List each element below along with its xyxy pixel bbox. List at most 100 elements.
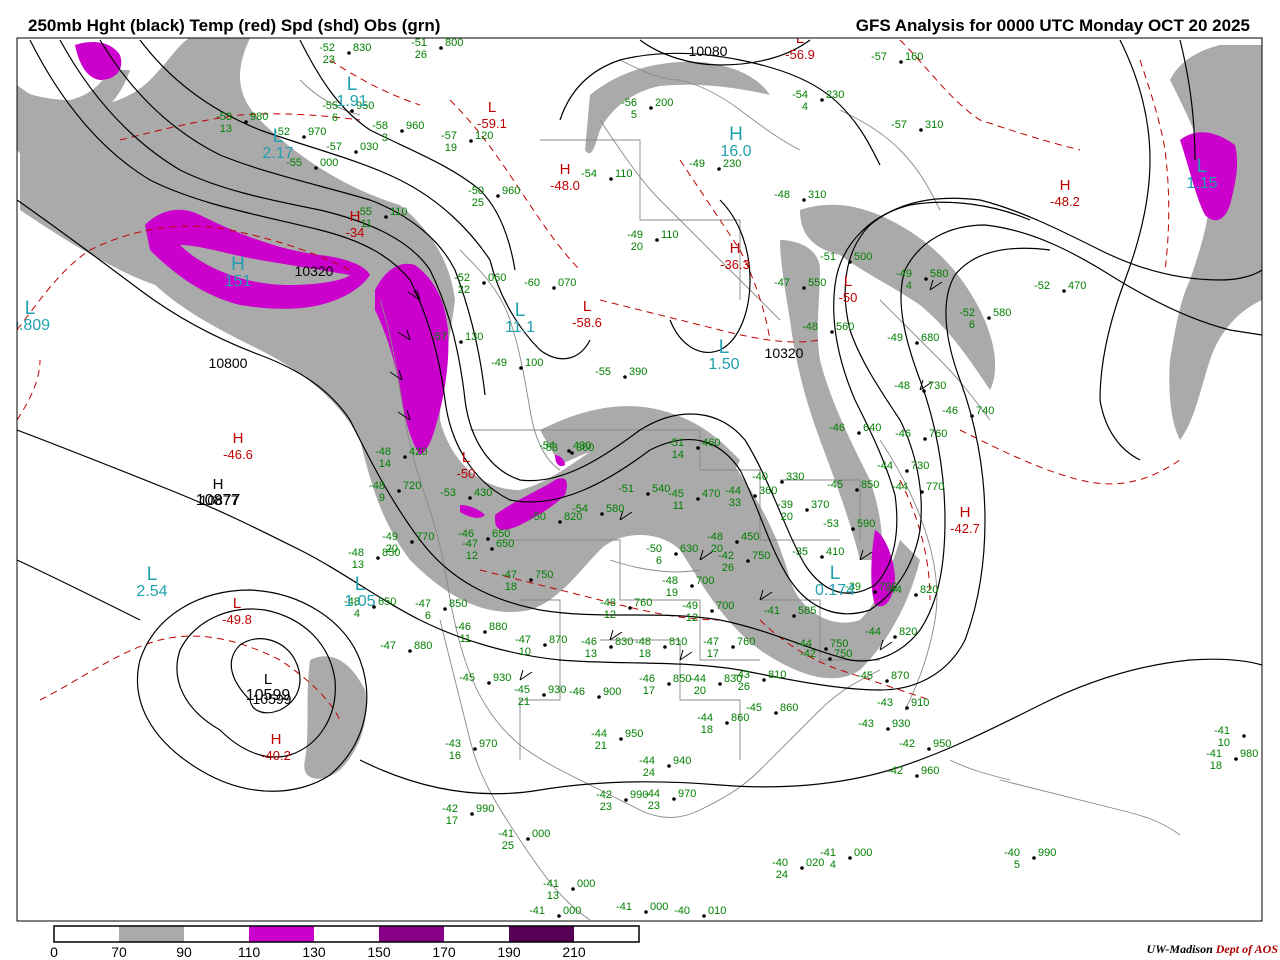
station-ob: -45 930: [459, 672, 511, 685]
ob-temperature: -47: [501, 569, 517, 581]
station-dot: [851, 527, 855, 531]
station-dot: [558, 520, 562, 524]
station-dot: [244, 120, 248, 124]
station-dot: [473, 747, 477, 751]
station-dot: [805, 508, 809, 512]
legend-tick-label: 150: [367, 944, 391, 960]
ob-height: 910: [911, 697, 929, 709]
station-dot: [400, 129, 404, 133]
station-ob: -35 410: [792, 546, 844, 559]
center-value: -50: [457, 466, 476, 481]
station-dot: [702, 914, 706, 918]
ob-temperature: -51: [820, 251, 836, 263]
low-center-marker: L-58.6: [572, 298, 602, 330]
station-dot: [905, 706, 909, 710]
station-ob: -41 980 18: [1206, 748, 1258, 772]
ob-height: 750: [752, 550, 770, 562]
center-letter: H: [1060, 177, 1071, 194]
ob-height: 730: [911, 460, 929, 472]
ob-temperature: -52: [1034, 280, 1050, 292]
ob-height: 030: [360, 141, 378, 153]
station-dot: [667, 764, 671, 768]
ob-temperature: -44: [644, 788, 660, 800]
station-dot: [780, 480, 784, 484]
station-dot: [490, 547, 494, 551]
ob-temperature: -57: [441, 130, 457, 142]
ob-temperature: -49: [887, 332, 903, 344]
low-center-marker: L-50: [839, 273, 858, 305]
ob-height: 070: [558, 277, 576, 289]
station-dot: [347, 51, 351, 55]
ob-temperature: -45: [746, 702, 762, 714]
ob-dewpoint-depression: 5: [631, 109, 637, 121]
station-dot: [848, 856, 852, 860]
ob-height: 750: [830, 638, 848, 650]
ob-height: 630: [680, 543, 698, 555]
station-dot: [408, 649, 412, 653]
station-ob: -45 870: [857, 670, 909, 683]
ob-temperature: -35: [792, 546, 808, 558]
station-dot: [873, 590, 877, 594]
ob-temperature: -46: [639, 673, 655, 685]
station-dot: [403, 455, 407, 459]
station-dot: [830, 330, 834, 334]
station-ob: -41 000: [616, 901, 668, 914]
ob-dewpoint-depression: 14: [672, 449, 684, 461]
ob-temperature: -44: [886, 584, 902, 596]
height-label: 10080: [689, 43, 728, 59]
station-dot: [893, 635, 897, 639]
station-ob: -60 070: [524, 277, 576, 290]
center-value: -48.0: [550, 178, 580, 193]
center-value: 1.91: [336, 93, 367, 110]
ob-temperature: -51: [618, 483, 634, 495]
station-dot: [970, 414, 974, 418]
ob-height: 950: [625, 728, 643, 740]
ob-temperature: -48: [348, 547, 364, 559]
legend-tick-label: 70: [111, 944, 127, 960]
ob-dewpoint-depression: 24: [643, 767, 655, 779]
station-dot: [731, 645, 735, 649]
station-ob: -4110: [1214, 725, 1246, 749]
station-dot: [802, 198, 806, 202]
center-letter: L: [488, 99, 496, 116]
ob-height: 585: [798, 605, 816, 617]
station-dot: [987, 316, 991, 320]
station-ob: -56 200 5: [621, 97, 673, 121]
ob-temperature: -43: [858, 718, 874, 730]
jet-speed-shading-70-90: [17, 38, 1262, 779]
ob-dewpoint-depression: 4: [802, 101, 808, 113]
ob-temperature: -44: [796, 638, 812, 650]
center-value: 1.50: [708, 356, 739, 373]
ob-height: 110: [661, 229, 679, 241]
ob-height: 000: [532, 828, 550, 840]
ob-height: 940: [673, 755, 691, 767]
station-dot: [644, 910, 648, 914]
ob-height: 830: [353, 42, 371, 54]
ob-height: 110: [390, 206, 408, 218]
station-dot: [672, 797, 676, 801]
ob-height: 880: [489, 621, 507, 633]
ob-height: 850: [449, 598, 467, 610]
station-ob: -47 880: [380, 640, 432, 653]
station-ob: -52 830 23: [319, 42, 371, 66]
ob-dewpoint-depression: 18: [639, 648, 651, 660]
station-dot: [655, 238, 659, 242]
station-ob: -44 770: [892, 481, 944, 494]
ob-temperature: -49: [689, 158, 705, 170]
ob-temperature: -53: [440, 487, 456, 499]
station-dot: [397, 489, 401, 493]
ob-temperature: -51: [411, 37, 427, 49]
ob-dewpoint-depression: 13: [547, 890, 559, 902]
station-ob: -40 990 5: [1004, 847, 1056, 871]
center-letter: H: [960, 504, 971, 521]
ob-temperature: -48: [707, 531, 723, 543]
ob-height: 880: [414, 640, 432, 652]
ob-temperature: -44: [639, 755, 655, 767]
ob-height: 860: [780, 702, 798, 714]
center-letter: L: [264, 671, 272, 688]
ob-dewpoint-depression: 16: [449, 750, 461, 762]
credit-org: UW-Madison: [1146, 942, 1213, 956]
station-dot: [922, 389, 926, 393]
ob-temperature: -52: [319, 42, 335, 54]
ob-temperature: -57: [431, 331, 447, 343]
